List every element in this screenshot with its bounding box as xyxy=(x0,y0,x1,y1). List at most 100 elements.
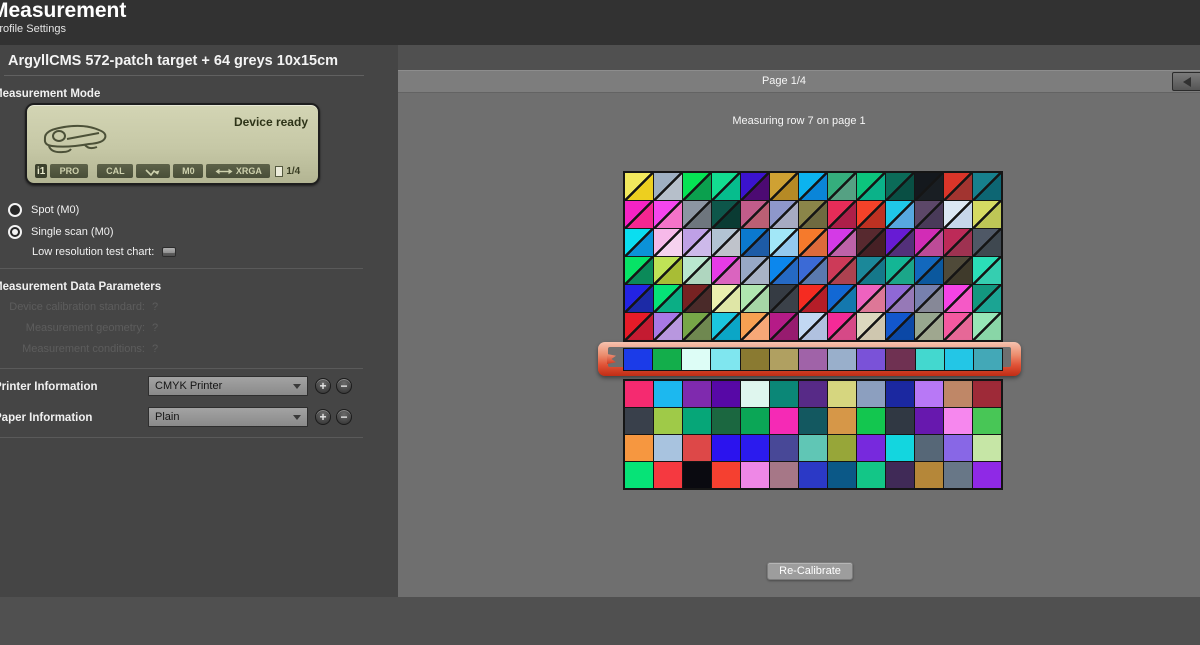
patch-split xyxy=(973,173,1001,200)
patch xyxy=(712,381,740,407)
patch-split xyxy=(857,201,885,228)
patch-split xyxy=(741,173,769,200)
patch xyxy=(944,408,972,434)
patch-split xyxy=(799,201,827,228)
data-parameters-label: Measurement Data Parameters xyxy=(0,281,161,293)
patch-split xyxy=(828,313,856,340)
printer-dropdown-value: CMYK Printer xyxy=(149,380,293,392)
settings-panel: ArgyllCMS 572-patch target + 64 greys 10… xyxy=(0,45,398,597)
patch xyxy=(770,381,798,407)
patch xyxy=(654,381,682,407)
page-title: Measurement xyxy=(0,0,126,23)
device-page-indicator: 1/4 xyxy=(275,164,300,178)
page-subtitle: Profile Settings xyxy=(0,23,66,35)
patch xyxy=(799,381,827,407)
patch xyxy=(741,349,769,370)
radio-single-scan-m0[interactable]: Single scan (M0) xyxy=(8,225,114,239)
patch-split xyxy=(770,173,798,200)
patch-split xyxy=(799,229,827,256)
patch-split xyxy=(625,201,653,228)
patch xyxy=(973,408,1001,434)
chevron-down-icon xyxy=(293,384,301,389)
patch-split xyxy=(886,229,914,256)
patch xyxy=(799,408,827,434)
patch xyxy=(683,381,711,407)
printer-dropdown[interactable]: CMYK Printer xyxy=(148,376,308,396)
patch-split xyxy=(741,285,769,312)
patch-split xyxy=(741,201,769,228)
patch-split xyxy=(654,257,682,284)
patch-split xyxy=(944,313,972,340)
divider xyxy=(0,437,363,438)
patch-split xyxy=(625,173,653,200)
device-status-screen: Device ready i1 PRO CAL M0 xyxy=(25,103,320,185)
heading-rule xyxy=(4,75,364,76)
patch xyxy=(915,408,943,434)
patch-split xyxy=(654,285,682,312)
patch-split xyxy=(828,201,856,228)
param-calibration-standard: Device calibration standard: ? xyxy=(0,301,398,313)
patch xyxy=(799,462,827,488)
patch xyxy=(857,435,885,461)
patch xyxy=(770,408,798,434)
patch-split xyxy=(944,257,972,284)
patch xyxy=(799,349,827,370)
patch xyxy=(741,462,769,488)
scan-mode-icon[interactable] xyxy=(136,164,170,178)
device-screen-toolbar: i1 PRO CAL M0 XRGA 1/4 xyxy=(35,164,310,178)
patch-split xyxy=(944,173,972,200)
patch-split xyxy=(886,257,914,284)
patch-split xyxy=(625,257,653,284)
patch-split xyxy=(770,257,798,284)
patch xyxy=(857,408,885,434)
radio-spot-m0[interactable]: Spot (M0) xyxy=(8,203,79,217)
patch xyxy=(712,408,740,434)
patch-split xyxy=(857,257,885,284)
patch-split xyxy=(712,173,740,200)
measuring-status-text: Measuring row 7 on page 1 xyxy=(398,115,1200,127)
device-model-badge: PRO xyxy=(50,164,88,178)
patch-split xyxy=(712,201,740,228)
patch-split xyxy=(915,285,943,312)
patch xyxy=(857,462,885,488)
page-icon xyxy=(275,166,283,177)
patch xyxy=(625,381,653,407)
patch-split xyxy=(944,285,972,312)
patch-split xyxy=(973,285,1001,312)
paper-dropdown[interactable]: Plain xyxy=(148,407,308,427)
patch-split xyxy=(683,201,711,228)
patch-split xyxy=(973,229,1001,256)
low-resolution-checkbox[interactable] xyxy=(162,247,176,257)
patch xyxy=(711,349,739,370)
patch-split xyxy=(712,285,740,312)
patch xyxy=(625,462,653,488)
spectrophotometer-icon xyxy=(39,119,111,166)
solid-grid xyxy=(623,379,1003,490)
patch-split xyxy=(915,313,943,340)
patch xyxy=(886,349,914,370)
page-indicator: Page 1/4 xyxy=(398,75,1170,87)
patch xyxy=(654,462,682,488)
double-arrow-icon xyxy=(215,168,233,175)
cal-button[interactable]: CAL xyxy=(97,164,133,178)
patch-split xyxy=(654,173,682,200)
add-printer-button[interactable]: + xyxy=(315,378,331,394)
patch xyxy=(857,381,885,407)
recalibrate-button[interactable]: Re-Calibrate xyxy=(767,562,853,580)
patch xyxy=(916,349,944,370)
patch xyxy=(683,435,711,461)
patch xyxy=(654,408,682,434)
patch xyxy=(915,462,943,488)
patch-split xyxy=(712,313,740,340)
patch xyxy=(973,381,1001,407)
remove-paper-button[interactable]: − xyxy=(336,409,352,425)
i1-brand-badge: i1 xyxy=(35,164,47,178)
patch xyxy=(828,408,856,434)
add-paper-button[interactable]: + xyxy=(315,409,331,425)
m0-mode-button[interactable]: M0 xyxy=(173,164,203,178)
xrga-standard-button[interactable]: XRGA xyxy=(206,164,270,178)
radio-icon xyxy=(8,203,22,217)
remove-printer-button[interactable]: − xyxy=(336,378,352,394)
patch-split xyxy=(654,313,682,340)
previous-page-button[interactable] xyxy=(1172,72,1200,91)
